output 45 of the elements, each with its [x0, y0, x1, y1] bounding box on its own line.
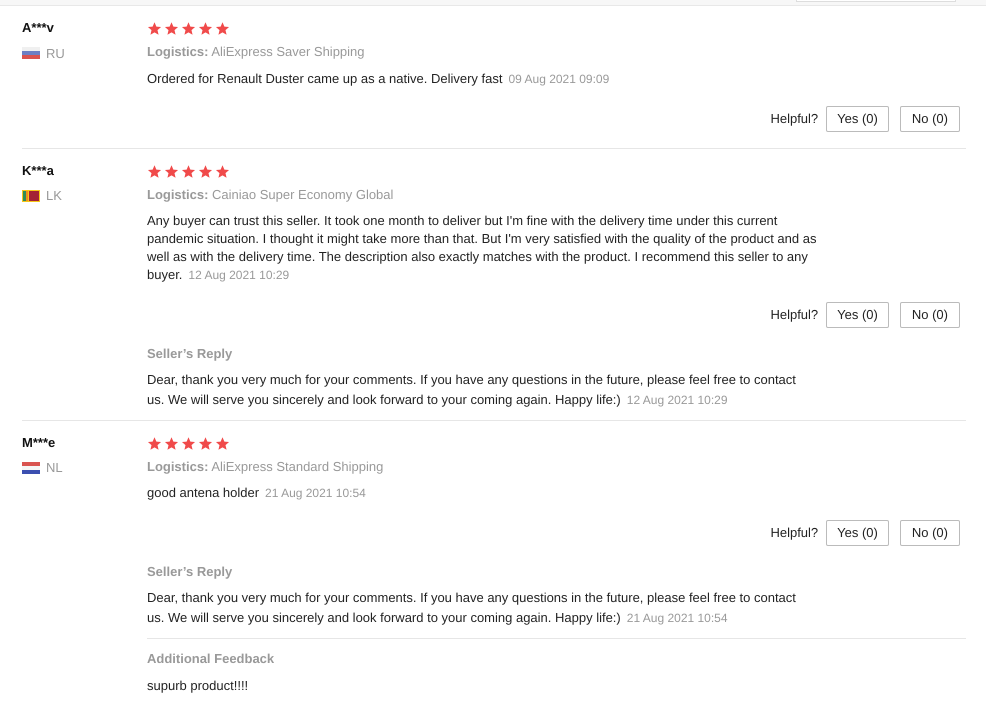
yes-button[interactable]: Yes (0)	[826, 302, 889, 328]
reviewer-name: A***v	[22, 19, 54, 37]
star-icon	[215, 164, 230, 178]
yes-button[interactable]: Yes (0)	[826, 520, 889, 546]
star-icon	[147, 436, 162, 450]
yes-button[interactable]: Yes (0)	[826, 106, 889, 132]
star-icon	[198, 436, 213, 450]
star-icon	[164, 164, 179, 178]
feedback-text: supurb product!!!!	[147, 677, 248, 695]
no-button[interactable]: No (0)	[900, 302, 960, 328]
no-button[interactable]: No (0)	[900, 106, 960, 132]
star-icon	[181, 436, 196, 450]
reviewer-name: K***a	[22, 162, 54, 180]
star-icon	[198, 164, 213, 178]
country-code: LK	[46, 187, 62, 205]
helpful-label: Helpful?	[770, 110, 818, 128]
reviewer-name: M***e	[22, 434, 56, 452]
star-icon	[164, 21, 179, 36]
star-icon	[198, 21, 213, 36]
review-text: Ordered for Renault Duster came up as a native. Delivery fast 09 Aug 2021 09:09	[147, 70, 610, 88]
no-button[interactable]: No (0)	[900, 520, 960, 546]
review-text: good antena holder 21 Aug 2021 10:54	[147, 484, 366, 502]
flag-icon	[22, 47, 40, 60]
flag-icon	[22, 462, 40, 474]
star-icon	[147, 21, 162, 36]
helpful-label: Helpful?	[770, 524, 818, 542]
logistics-text: Logistics: AliExpress Saver Shipping	[147, 43, 365, 61]
star-icon	[181, 164, 196, 178]
star-icon	[215, 436, 230, 450]
logistics-text: Logistics: Cainiao Super Economy Global	[147, 186, 394, 204]
star-icon	[181, 21, 196, 36]
logistics-text: Logistics: AliExpress Standard Shipping	[147, 458, 384, 476]
review-text: Any buyer can trust this seller. It took one month to deliver but I'm fine with the delivery time under this current pandemic situation. I thought it might take more than that. But I'm very satisfied with the quality of the product and as well as with the delivery time. The description also exactly matches with the product. I recommend this seller to any buyer. 12 Aug 2021 10:29	[147, 212, 818, 284]
country-code: RU	[46, 44, 65, 62]
reply-title: Seller’s Reply	[147, 563, 232, 581]
reply-text: Dear, thank you very much for your comments. If you have any questions in the future, please feel free to contact us. We will serve you sincerely and look forward to your coming again. Happy life:) 21 Aug 2021 10:54	[147, 588, 797, 627]
country-code: NL	[46, 459, 63, 477]
star-icon	[215, 21, 230, 36]
helpful-label: Helpful?	[770, 306, 818, 324]
feedback-title: Additional Feedback	[147, 650, 274, 668]
star-icon	[147, 164, 162, 178]
flag-icon	[22, 190, 40, 202]
reply-text: Dear, thank you very much for your comments. If you have any questions in the future, please feel free to contact us. We will serve you sincerely and look forward to your coming again. Happy life:) 12 Aug 2021 10:29	[147, 370, 797, 409]
reply-title: Seller’s Reply	[147, 345, 232, 363]
star-icon	[164, 436, 179, 450]
